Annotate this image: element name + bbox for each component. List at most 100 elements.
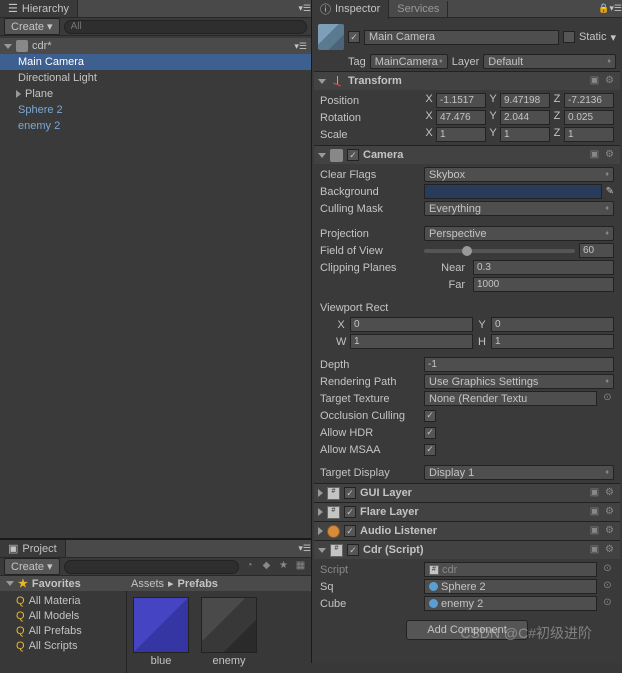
hierarchy-search-input[interactable] bbox=[64, 20, 307, 34]
target-texture-field[interactable]: None (Render Textu bbox=[424, 391, 597, 406]
foldout-icon[interactable] bbox=[318, 508, 323, 516]
near-input[interactable] bbox=[473, 260, 614, 275]
gear-icon[interactable]: ⚙ bbox=[603, 75, 616, 88]
scene-root[interactable]: cdr* ▾☰ bbox=[0, 38, 311, 54]
transform-header[interactable]: Transform ▣⚙ bbox=[314, 72, 620, 90]
msaa-checkbox[interactable]: ✓ bbox=[424, 444, 436, 456]
hierarchy-item-main-camera[interactable]: Main Camera bbox=[0, 54, 311, 70]
background-color-field[interactable] bbox=[424, 184, 602, 199]
depth-input[interactable] bbox=[424, 357, 614, 372]
breadcrumb-prefabs[interactable]: Prefabs bbox=[178, 578, 218, 590]
panel-options-icon[interactable]: ▾☰ bbox=[298, 3, 311, 14]
object-picker-icon[interactable]: ⊙ bbox=[601, 597, 614, 610]
gameobject-icon[interactable] bbox=[318, 24, 344, 50]
scene-options-icon[interactable]: ▾☰ bbox=[294, 41, 307, 52]
enabled-checkbox[interactable]: ✓ bbox=[347, 544, 359, 556]
gameobject-name-input[interactable] bbox=[364, 30, 559, 45]
scl-y-input[interactable] bbox=[500, 127, 550, 142]
viewport-y-input[interactable] bbox=[491, 317, 614, 332]
camera-header[interactable]: ✓ Camera ▣⚙ bbox=[314, 146, 620, 164]
layer-dropdown[interactable]: Default bbox=[483, 54, 616, 69]
gear-icon[interactable]: ⚙ bbox=[603, 525, 616, 538]
rot-x-input[interactable] bbox=[436, 110, 486, 125]
asset-enemy[interactable]: enemy bbox=[201, 597, 257, 667]
hierarchy-item-plane[interactable]: Plane bbox=[0, 86, 311, 102]
pos-x-input[interactable] bbox=[436, 93, 486, 108]
static-checkbox[interactable] bbox=[563, 31, 575, 43]
scl-x-input[interactable] bbox=[436, 127, 486, 142]
cdr-script-header[interactable]: # ✓ Cdr (Script) ▣⚙ bbox=[314, 541, 620, 559]
flare-layer-header[interactable]: #✓Flare Layer▣⚙ bbox=[314, 503, 620, 521]
rot-z-input[interactable] bbox=[564, 110, 614, 125]
cube-field[interactable]: enemy 2 bbox=[424, 596, 597, 611]
create-button[interactable]: Create ▾ bbox=[4, 18, 60, 35]
fov-slider[interactable] bbox=[424, 249, 575, 253]
object-picker-icon[interactable]: ⊙ bbox=[601, 392, 614, 405]
breadcrumb-assets[interactable]: Assets bbox=[131, 578, 164, 590]
inspector-tab[interactable]: ⓘ Inspector bbox=[312, 0, 389, 19]
foldout-icon[interactable] bbox=[318, 79, 326, 84]
gear-icon[interactable]: ⚙ bbox=[603, 487, 616, 500]
help-icon[interactable]: ▣ bbox=[588, 506, 601, 519]
help-icon[interactable]: ▣ bbox=[588, 525, 601, 538]
clear-flags-dropdown[interactable]: Skybox bbox=[424, 167, 614, 182]
fav-all-prefabs[interactable]: QAll Prefabs bbox=[2, 623, 124, 638]
occlusion-checkbox[interactable]: ✓ bbox=[424, 410, 436, 422]
slider-thumb[interactable] bbox=[462, 246, 472, 256]
foldout-icon[interactable] bbox=[318, 548, 326, 553]
gear-icon[interactable]: ⚙ bbox=[603, 544, 616, 557]
projection-dropdown[interactable]: Perspective bbox=[424, 226, 614, 241]
scl-z-input[interactable] bbox=[564, 127, 614, 142]
panel-options-icon[interactable]: ▾☰ bbox=[609, 3, 622, 14]
enabled-checkbox[interactable]: ✓ bbox=[344, 506, 356, 518]
gui-layer-header[interactable]: #✓GUI Layer▣⚙ bbox=[314, 484, 620, 502]
pos-y-input[interactable] bbox=[500, 93, 550, 108]
help-icon[interactable]: ▣ bbox=[588, 487, 601, 500]
services-tab[interactable]: Services bbox=[389, 1, 448, 17]
culling-mask-dropdown[interactable]: Everything bbox=[424, 201, 614, 216]
eyedropper-icon[interactable]: ✎ bbox=[606, 186, 614, 197]
filter-icon[interactable]: ◔ bbox=[243, 560, 256, 573]
hierarchy-item-sphere[interactable]: Sphere 2 bbox=[0, 102, 311, 118]
hierarchy-item-directional-light[interactable]: Directional Light bbox=[0, 70, 311, 86]
render-path-dropdown[interactable]: Use Graphics Settings bbox=[424, 374, 614, 389]
audio-listener-header[interactable]: ✓Audio Listener▣⚙ bbox=[314, 522, 620, 540]
type-icon[interactable]: ★ bbox=[277, 560, 290, 573]
foldout-icon[interactable] bbox=[318, 489, 323, 497]
asset-blue[interactable]: blue bbox=[133, 597, 189, 667]
help-icon[interactable]: ▣ bbox=[588, 544, 601, 557]
label-icon[interactable]: ◆ bbox=[260, 560, 273, 573]
favorites-header[interactable]: ★ Favorites bbox=[4, 576, 127, 591]
pos-z-input[interactable] bbox=[564, 93, 614, 108]
hierarchy-tab[interactable]: ☰ Hierarchy bbox=[0, 0, 78, 17]
rot-y-input[interactable] bbox=[500, 110, 550, 125]
project-create-button[interactable]: Create ▾ bbox=[4, 558, 60, 575]
far-input[interactable] bbox=[473, 277, 614, 292]
gear-icon[interactable]: ⚙ bbox=[603, 506, 616, 519]
add-component-button[interactable]: Add Component bbox=[406, 620, 528, 640]
viewport-w-input[interactable] bbox=[350, 334, 473, 349]
foldout-icon[interactable] bbox=[318, 527, 323, 535]
hdr-checkbox[interactable]: ✓ bbox=[424, 427, 436, 439]
dropdown-icon[interactable]: ▾ bbox=[610, 31, 616, 44]
help-icon[interactable]: ▣ bbox=[588, 75, 601, 88]
project-tab[interactable]: ▣ Project bbox=[0, 540, 66, 557]
fav-all-materials[interactable]: QAll Materia bbox=[2, 593, 124, 608]
active-checkbox[interactable]: ✓ bbox=[348, 31, 360, 43]
enabled-checkbox[interactable]: ✓ bbox=[344, 525, 356, 537]
foldout-icon[interactable] bbox=[16, 90, 21, 98]
foldout-icon[interactable] bbox=[4, 44, 12, 49]
script-field[interactable]: #cdr bbox=[424, 562, 597, 577]
enabled-checkbox[interactable]: ✓ bbox=[347, 149, 359, 161]
project-search-input[interactable] bbox=[64, 560, 239, 574]
tag-dropdown[interactable]: MainCamera bbox=[370, 54, 448, 69]
fav-all-scripts[interactable]: QAll Scripts bbox=[2, 638, 124, 653]
enabled-checkbox[interactable]: ✓ bbox=[344, 487, 356, 499]
sq-field[interactable]: Sphere 2 bbox=[424, 579, 597, 594]
object-picker-icon[interactable]: ⊙ bbox=[601, 563, 614, 576]
fav-all-models[interactable]: QAll Models bbox=[2, 608, 124, 623]
target-display-dropdown[interactable]: Display 1 bbox=[424, 465, 614, 480]
save-icon[interactable]: ▦ bbox=[294, 560, 307, 573]
gear-icon[interactable]: ⚙ bbox=[603, 149, 616, 162]
object-picker-icon[interactable]: ⊙ bbox=[601, 580, 614, 593]
